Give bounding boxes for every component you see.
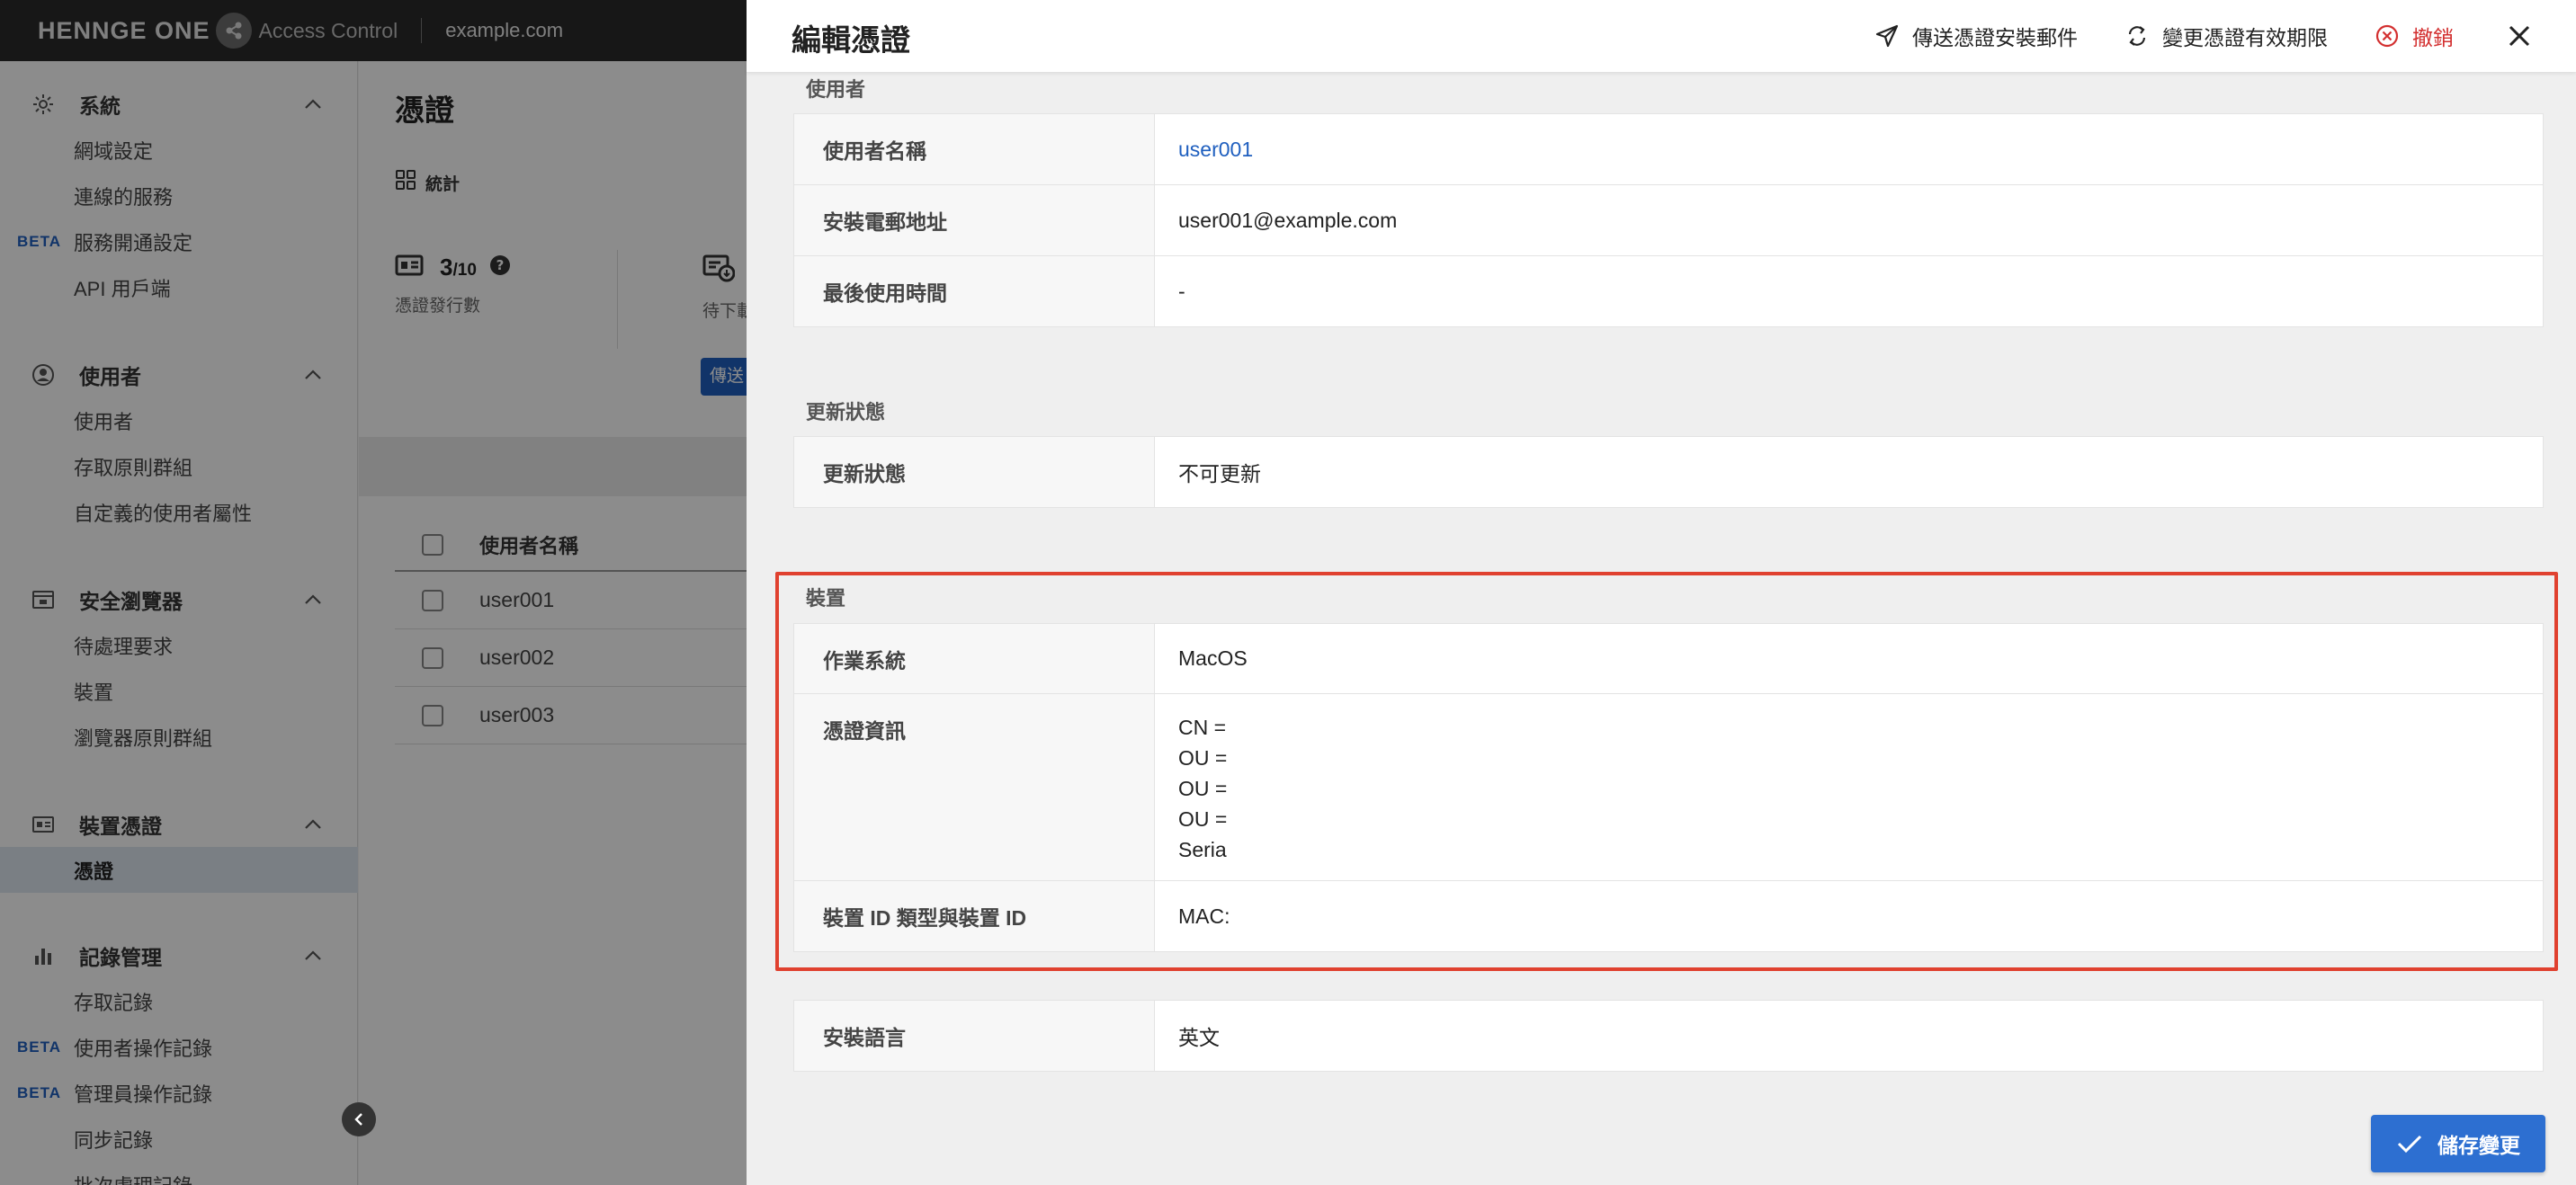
field-value: MAC: — [1178, 904, 1230, 928]
table-row: 憑證資訊 CN = OU = OU = OU = Seria — [794, 694, 2543, 881]
drawer-body[interactable]: 使用者 使用者名稱 user001 安裝電郵地址 user001@example… — [747, 72, 2576, 1185]
field-label: 使用者名稱 — [794, 114, 1155, 184]
save-changes-label: 儲存變更 — [2437, 1134, 2520, 1157]
user-info-table: 使用者名稱 user001 安裝電郵地址 user001@example.com… — [793, 113, 2544, 327]
table-row: 更新狀態 不可更新 — [794, 437, 2543, 507]
edit-certificate-drawer: 編輯憑證 傳送憑證安裝郵件 變更憑證有效期限 撤銷 使用者 使用者名稱 user… — [747, 0, 2576, 1185]
table-row: 裝置 ID 類型與裝置 ID MAC: — [794, 881, 2543, 951]
drawer-title: 編輯憑證 — [792, 23, 910, 57]
sidebar-collapse-button[interactable] — [342, 1102, 376, 1136]
table-row: 安裝電郵地址 user001@example.com — [794, 185, 2543, 256]
section-title-update: 更新狀態 — [806, 401, 886, 423]
table-row: 最後使用時間 - — [794, 256, 2543, 326]
table-row: 安裝語言 英文 — [794, 1001, 2543, 1071]
username-link[interactable]: user001 — [1155, 114, 2543, 184]
cert-line: OU = — [1178, 777, 1228, 800]
send-install-mail-button[interactable]: 傳送憑證安裝郵件 — [1874, 21, 2078, 51]
table-row: 作業系統 MacOS — [794, 624, 2543, 694]
change-expiry-label: 變更憑證有效期限 — [2162, 26, 2328, 49]
field-label: 最後使用時間 — [794, 256, 1155, 326]
close-icon[interactable] — [2508, 24, 2531, 48]
field-value: 不可更新 — [1178, 462, 1261, 486]
cert-line: Seria — [1178, 838, 1227, 861]
cert-line: OU = — [1178, 746, 1228, 770]
revoke-button[interactable]: 撤銷 — [2375, 21, 2454, 51]
refresh-icon — [2124, 23, 2150, 49]
update-status-table: 更新狀態 不可更新 — [793, 436, 2544, 508]
field-label: 安裝電郵地址 — [794, 185, 1155, 255]
check-icon — [2396, 1133, 2423, 1154]
revoke-label: 撤銷 — [2412, 26, 2454, 49]
field-value: user001@example.com — [1178, 208, 1398, 232]
cancel-circle-icon — [2375, 23, 2400, 49]
modal-backdrop[interactable] — [0, 0, 747, 1185]
table-row: 使用者名稱 user001 — [794, 114, 2543, 185]
change-expiry-button[interactable]: 變更憑證有效期限 — [2124, 21, 2328, 51]
chevron-left-icon — [354, 1113, 362, 1126]
device-info-table: 作業系統 MacOS 憑證資訊 CN = OU = OU = OU = Seri… — [793, 623, 2544, 952]
field-label: 裝置 ID 類型與裝置 ID — [794, 881, 1155, 951]
send-icon — [1874, 23, 1900, 49]
certificate-info-value: CN = OU = OU = OU = Seria — [1155, 694, 2543, 880]
save-changes-button[interactable]: 儲存變更 — [2371, 1115, 2545, 1172]
drawer-header: 編輯憑證 傳送憑證安裝郵件 變更憑證有效期限 撤銷 — [747, 0, 2576, 72]
send-install-mail-label: 傳送憑證安裝郵件 — [1912, 26, 2078, 49]
field-value: 英文 — [1178, 1026, 1220, 1049]
field-value: MacOS — [1178, 646, 1248, 670]
field-label: 更新狀態 — [794, 437, 1155, 507]
field-label: 作業系統 — [794, 624, 1155, 693]
section-title-user: 使用者 — [806, 78, 866, 101]
section-title-device: 裝置 — [806, 587, 846, 610]
cert-line: CN = — [1178, 716, 1227, 739]
drawer-actions: 傳送憑證安裝郵件 變更憑證有效期限 撤銷 — [1828, 0, 2531, 72]
install-language-table: 安裝語言 英文 — [793, 1000, 2544, 1072]
field-value: - — [1178, 279, 1185, 303]
field-label: 憑證資訊 — [794, 694, 1155, 880]
cert-line: OU = — [1178, 807, 1228, 831]
field-label: 安裝語言 — [794, 1001, 1155, 1071]
